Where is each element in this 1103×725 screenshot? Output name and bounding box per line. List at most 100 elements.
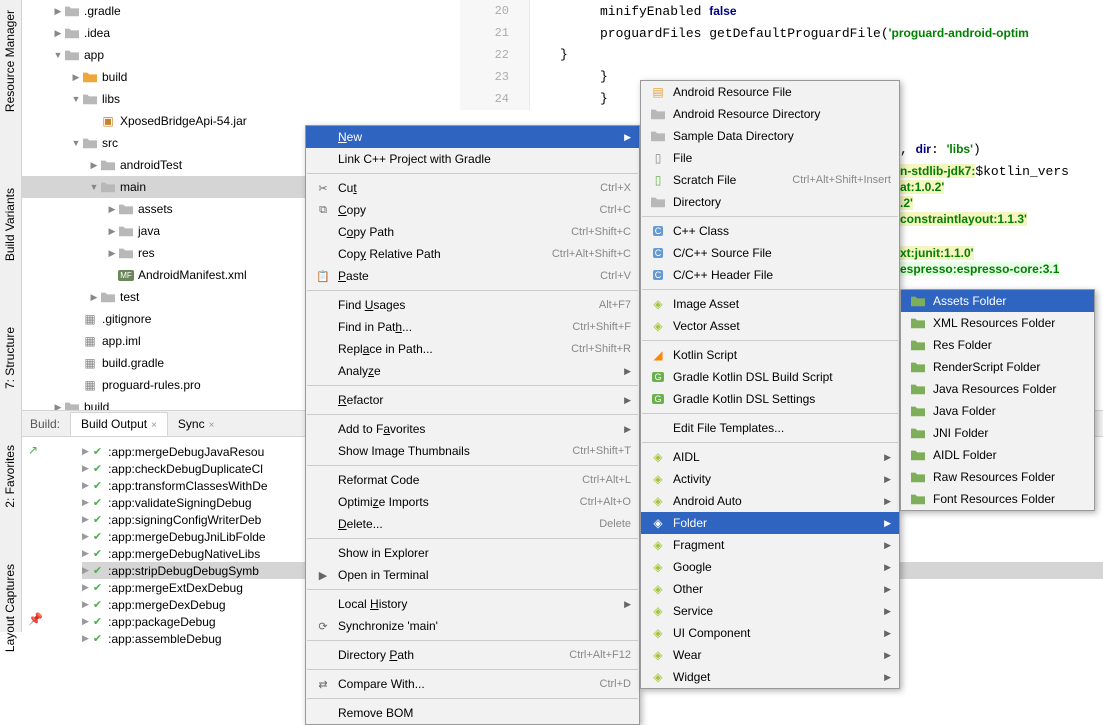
build-tab-sync[interactable]: Sync× [168,413,225,435]
menu-item[interactable]: Edit File Templates... [641,417,899,439]
new-submenu[interactable]: ▤Android Resource FileAndroid Resource D… [640,80,900,689]
tool-tab-resource-manager[interactable]: Resource Manager [0,2,20,120]
menu-item[interactable]: ◈UI Component▶ [641,622,899,644]
tool-tab-layout-captures[interactable]: Layout Captures [0,556,20,660]
menu-item[interactable]: ◈Other▶ [641,578,899,600]
tree-arrow-icon[interactable]: ▶ [88,292,100,303]
menu-item[interactable]: ◈Service▶ [641,600,899,622]
close-icon[interactable]: × [209,420,215,431]
tool-tab-structure[interactable]: 7: Structure [0,319,20,397]
menu-item[interactable]: Link C++ Project with Gradle [306,148,639,170]
menu-item[interactable]: CC++ Class [641,220,899,242]
menu-item[interactable]: Java Resources Folder [901,378,1094,400]
menu-item[interactable]: ◈Google▶ [641,556,899,578]
tree-arrow-icon[interactable]: ▶ [52,402,64,411]
menu-item[interactable]: Analyze▶ [306,360,639,382]
menu-item[interactable]: ✂CutCtrl+X [306,177,639,199]
menu-item[interactable]: ◈Fragment▶ [641,534,899,556]
menu-item[interactable]: GGradle Kotlin DSL Build Script [641,366,899,388]
menu-item[interactable]: Delete...Delete [306,513,639,535]
menu-item[interactable]: Find in Path...Ctrl+Shift+F [306,316,639,338]
tree-arrow-icon[interactable]: ▶ [52,28,64,39]
tree-item[interactable]: ▶.gradle [22,0,460,22]
tree-arrow-icon[interactable]: ▶ [52,6,64,17]
menu-item[interactable]: ◢Kotlin Script [641,344,899,366]
menu-item[interactable]: 📋PasteCtrl+V [306,265,639,287]
menu-item[interactable]: Res Folder [901,334,1094,356]
menu-item[interactable]: Assets Folder [901,290,1094,312]
menu-item-icon [649,196,667,208]
tree-arrow-icon[interactable]: ▼ [52,50,64,60]
menu-item[interactable]: ▯Scratch FileCtrl+Alt+Shift+Insert [641,169,899,191]
menu-item[interactable]: ◈AIDL▶ [641,446,899,468]
context-menu[interactable]: New▶Link C++ Project with Gradle ✂CutCtrl… [305,125,640,725]
menu-item[interactable]: Directory PathCtrl+Alt+F12 [306,644,639,666]
menu-item[interactable]: Android Resource Directory [641,103,899,125]
menu-item-icon: ◈ [649,670,667,684]
menu-item[interactable]: ◈Folder▶ [641,512,899,534]
menu-item[interactable]: ▶Open in Terminal [306,564,639,586]
tree-arrow-icon[interactable]: ▼ [70,94,82,104]
menu-item[interactable]: ⇄Compare With...Ctrl+D [306,673,639,695]
menu-item-icon: ◈ [649,450,667,464]
build-tab-output[interactable]: Build Output× [70,412,168,436]
menu-item[interactable]: Font Resources Folder [901,488,1094,510]
folder-icon [64,47,80,63]
pin-icon[interactable]: 📌 [28,612,43,626]
menu-item[interactable]: ◈Vector Asset [641,315,899,337]
menu-item[interactable]: ◈Activity▶ [641,468,899,490]
menu-item[interactable]: XML Resources Folder [901,312,1094,334]
tree-item[interactable]: ▼app [22,44,460,66]
menu-item[interactable]: ◈Android Auto▶ [641,490,899,512]
menu-item[interactable]: Directory [641,191,899,213]
menu-item[interactable]: ◈Image Asset [641,293,899,315]
tool-tab-build-variants[interactable]: Build Variants [0,180,20,269]
menu-item[interactable]: Replace in Path...Ctrl+Shift+R [306,338,639,360]
menu-item[interactable]: Local History▶ [306,593,639,615]
menu-item[interactable]: Copy Relative PathCtrl+Alt+Shift+C [306,243,639,265]
tree-arrow-icon[interactable]: ▶ [88,160,100,171]
check-icon: ✔ [93,632,102,645]
menu-item[interactable]: CC/C++ Header File [641,264,899,286]
menu-item-icon: ◈ [649,560,667,574]
tree-arrow-icon[interactable]: ▼ [70,138,82,148]
menu-item[interactable]: RenderScript Folder [901,356,1094,378]
menu-item[interactable]: Reformat CodeCtrl+Alt+L [306,469,639,491]
menu-item[interactable]: ⧉CopyCtrl+C [306,199,639,221]
tree-arrow-icon[interactable]: ▶ [106,204,118,215]
menu-item[interactable]: Refactor▶ [306,389,639,411]
menu-item[interactable]: Sample Data Directory [641,125,899,147]
tree-item[interactable]: ▶build [22,66,460,88]
tree-item[interactable]: ▼libs [22,88,460,110]
menu-item[interactable]: CC/C++ Source File [641,242,899,264]
tree-arrow-icon[interactable]: ▶ [70,72,82,83]
menu-item[interactable]: ⟳Synchronize 'main' [306,615,639,637]
menu-item[interactable]: Show Image ThumbnailsCtrl+Shift+T [306,440,639,462]
close-icon[interactable]: × [151,420,157,431]
menu-item[interactable]: Add to Favorites▶ [306,418,639,440]
menu-item[interactable]: JNI Folder [901,422,1094,444]
menu-item[interactable]: ▯File [641,147,899,169]
menu-item[interactable]: New▶ [306,126,639,148]
menu-item[interactable]: ◈Wear▶ [641,644,899,666]
menu-item[interactable]: ◈Widget▶ [641,666,899,688]
menu-item[interactable]: Copy PathCtrl+Shift+C [306,221,639,243]
rebuild-icon[interactable]: ↗ [28,443,38,457]
menu-item[interactable]: GGradle Kotlin DSL Settings [641,388,899,410]
folder-submenu[interactable]: Assets FolderXML Resources FolderRes Fol… [900,289,1095,511]
menu-item[interactable]: ▤Android Resource File [641,81,899,103]
tree-arrow-icon[interactable]: ▶ [106,226,118,237]
menu-item[interactable]: Find UsagesAlt+F7 [306,294,639,316]
menu-item[interactable]: Java Folder [901,400,1094,422]
check-icon: ✔ [93,496,102,509]
menu-item[interactable]: Remove BOM [306,702,639,724]
tool-tab-favorites[interactable]: 2: Favorites [0,437,20,516]
menu-item-label: Copy [338,203,580,217]
tree-arrow-icon[interactable]: ▶ [106,248,118,259]
menu-item[interactable]: Raw Resources Folder [901,466,1094,488]
tree-item[interactable]: ▶.idea [22,22,460,44]
tree-arrow-icon[interactable]: ▼ [88,182,100,192]
menu-item[interactable]: Show in Explorer [306,542,639,564]
menu-item[interactable]: AIDL Folder [901,444,1094,466]
menu-item[interactable]: Optimize ImportsCtrl+Alt+O [306,491,639,513]
